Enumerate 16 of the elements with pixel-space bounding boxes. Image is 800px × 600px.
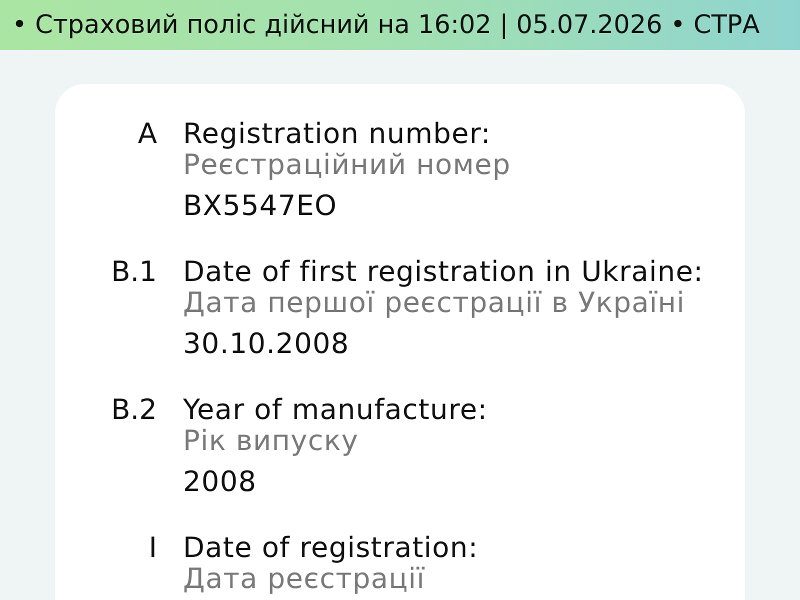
field-label-translation: Дата реєстрації [183,563,426,594]
field-label-translation: Реєстраційний номер [183,149,511,180]
field-code: I [148,532,157,563]
field-label: Registration number: [183,118,491,149]
field-label: Date of first registration in Ukraine: [183,256,704,287]
field-code: B.2 [110,394,157,425]
field-label-translation: Дата першої реєстрації в Україні [183,287,686,318]
field-label: Date of registration: [183,532,478,563]
field-label-translation: Рік випуску [183,425,359,456]
field-value: 30.10.2008 [183,328,350,359]
field-value: BX5547EO [183,190,338,221]
ticker-text: • Страховий поліс дійсний на 16:02 | 05.07.2026 • СТРА [12,10,760,40]
field-code: B.1 [110,256,157,287]
field-code: A [136,118,157,149]
field-value: 2008 [183,466,257,497]
field-label: Year of manufacture: [183,394,488,425]
